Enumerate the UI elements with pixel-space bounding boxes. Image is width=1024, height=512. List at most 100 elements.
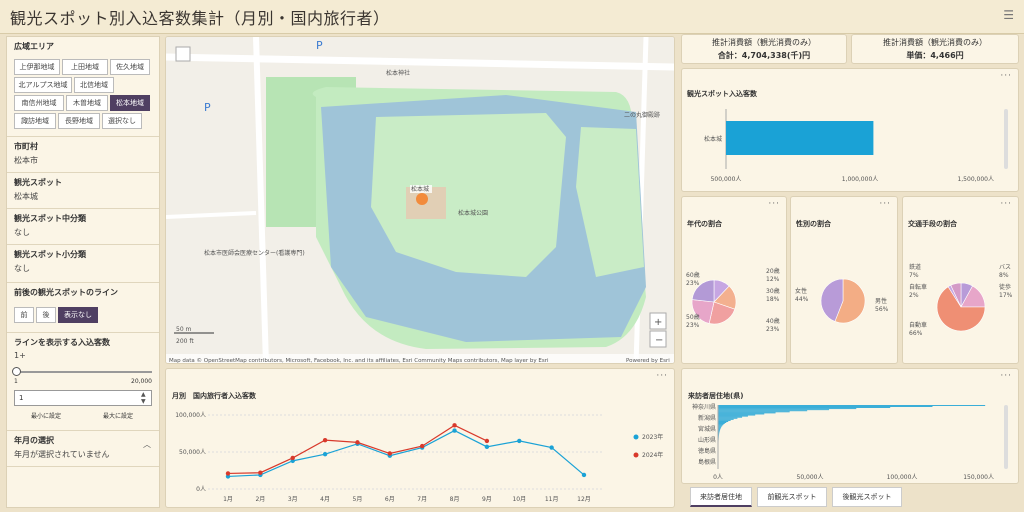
map-canvas[interactable]: 松本城 松本城公園 松本市医師会医療センター(看護専門) 松本神社 二の丸御殿跡… bbox=[166, 37, 675, 364]
tab-next-spot[interactable]: 後観光スポット bbox=[832, 487, 902, 507]
x-tick-label: 2月 bbox=[255, 496, 265, 503]
map-panel[interactable]: 松本城 松本城公園 松本市医師会医療センター(看護専門) 松本神社 二の丸御殿跡… bbox=[165, 36, 675, 364]
residence-card: ··· 来訪者居住地(県) 神奈川県 新潟県 宮城県 山形県 徳島県 島根県 0人 50,00… bbox=[681, 368, 1019, 484]
kpi-total-title: 推計消費額（観光消費のみ） bbox=[712, 38, 816, 47]
bar bbox=[718, 424, 724, 426]
bar bbox=[718, 405, 986, 406]
spot-filter[interactable]: 観光スポット 松本城 bbox=[7, 173, 159, 209]
area-chip[interactable]: 木曽地域 bbox=[66, 95, 108, 111]
pie-value: 2% bbox=[909, 292, 919, 299]
max-set-button[interactable]: 最大に設定 bbox=[103, 411, 133, 420]
line-none-option[interactable]: 表示なし bbox=[58, 307, 98, 323]
bar bbox=[718, 418, 734, 420]
slider-max: 20,000 bbox=[131, 378, 152, 385]
slider-track[interactable] bbox=[16, 371, 152, 373]
tab-residence[interactable]: 来訪者居住地 bbox=[690, 487, 752, 507]
x-tick-label: 5月 bbox=[353, 496, 363, 503]
category-label: 神奈川県 bbox=[692, 403, 716, 411]
x-tick-label: 50,000人 bbox=[797, 474, 824, 481]
area-chip[interactable]: 上伊那地域 bbox=[14, 59, 60, 75]
age-pie-card: ··· 年代の割合 20歳 12% 30歳 18% 40歳 23% 50歳 23% 60歳 23% bbox=[681, 196, 787, 364]
area-chip[interactable]: 北アルプス地域 bbox=[14, 77, 72, 93]
slider-min: 1 bbox=[14, 378, 18, 385]
category-label: 新潟県 bbox=[698, 414, 716, 422]
slider-handle[interactable] bbox=[12, 367, 21, 376]
city-filter[interactable]: 市町村 松本市 bbox=[7, 137, 159, 173]
category-label: 島根県 bbox=[698, 458, 716, 466]
small-filter[interactable]: 観光スポット小分類 なし bbox=[7, 245, 159, 283]
menu-icon[interactable]: ☰ bbox=[1003, 8, 1014, 22]
category-label: 松本城 bbox=[704, 135, 722, 143]
area-chip[interactable]: 北信地域 bbox=[74, 77, 114, 93]
line-prev-option[interactable]: 前 bbox=[14, 307, 34, 323]
bar bbox=[718, 406, 933, 407]
data-point bbox=[258, 470, 263, 475]
parking-icon-2: P bbox=[316, 39, 323, 52]
data-point bbox=[322, 437, 328, 443]
scrollbar bbox=[1004, 109, 1008, 169]
data-point bbox=[452, 428, 457, 433]
data-point bbox=[355, 440, 360, 445]
threshold-label: ラインを表示する入込客数 bbox=[14, 338, 110, 347]
data-point bbox=[549, 445, 554, 450]
x-tick-label: 1,500,000人 bbox=[957, 176, 994, 183]
bar bbox=[718, 422, 727, 423]
area-chip[interactable]: 松本地域 bbox=[110, 95, 150, 111]
expand-map-icon[interactable] bbox=[175, 46, 191, 62]
series-line bbox=[227, 429, 585, 478]
area-chip[interactable]: 選択なし bbox=[102, 113, 142, 129]
min-set-button[interactable]: 最小に設定 bbox=[31, 411, 61, 420]
bar bbox=[718, 415, 748, 417]
legend-marker bbox=[633, 434, 639, 440]
x-tick-label: 7月 bbox=[417, 496, 427, 503]
data-point bbox=[581, 472, 587, 478]
threshold-filter: ラインを表示する入込客数 1+ 1 20,000 1 ▲ ▼ 最小に設定 最大に設… bbox=[7, 333, 159, 431]
area-filter: 広域エリア 上伊那地域 上田地域 佐久地域 北アルプス地域 北信地域 南信州地域 木曽地域松… bbox=[7, 37, 159, 137]
spot-bar-chart: 松本城 500,000人 1,000,000人 1,500,000人 bbox=[704, 109, 1008, 183]
castle-marker[interactable] bbox=[416, 193, 428, 205]
castle-grounds bbox=[371, 113, 566, 277]
bar bbox=[718, 414, 756, 416]
ym-label: 年月の選択 bbox=[14, 436, 54, 445]
chevron-up-icon[interactable]: ︿ bbox=[143, 439, 151, 450]
bar bbox=[718, 423, 725, 424]
legend-label: 2023年 bbox=[642, 433, 663, 441]
city-label: 市町村 bbox=[14, 142, 38, 151]
monthly-line-chart: 0人 50,000人 100,000人 1月 2月 3月 4月 5月 6月 7月 8月 9月 10月 11… bbox=[175, 412, 663, 503]
area-chip[interactable]: 佐久地域 bbox=[110, 59, 150, 75]
x-tick-label: 9月 bbox=[482, 496, 492, 503]
tab-prev-spot[interactable]: 前観光スポット bbox=[757, 487, 827, 507]
area-chip[interactable]: 南信州地域 bbox=[14, 95, 64, 111]
mid-filter[interactable]: 観光スポット中分類 なし bbox=[7, 209, 159, 245]
stepper-icon[interactable]: ▲ ▼ bbox=[141, 391, 146, 405]
pie-value: 12% bbox=[766, 276, 780, 283]
pie-label: 徒歩 bbox=[999, 283, 1011, 291]
data-point bbox=[484, 438, 490, 444]
pie-label: 50歳 bbox=[686, 313, 700, 321]
pie-value: 66% bbox=[909, 330, 923, 337]
mid-value: なし bbox=[14, 228, 30, 237]
pie-label: 自転車 bbox=[909, 283, 927, 291]
gate-map-label: 二の丸御殿跡 bbox=[624, 111, 660, 119]
spot-value: 松本城 bbox=[14, 192, 38, 201]
bar bbox=[718, 413, 765, 415]
area-chip[interactable]: 長野地域 bbox=[58, 113, 100, 129]
pie-value: 44% bbox=[795, 296, 809, 303]
ym-filter[interactable]: 年月の選択 年月が選択されていません ︿ bbox=[7, 431, 159, 467]
x-tick-label: 10月 bbox=[512, 496, 526, 503]
pie-value: 23% bbox=[766, 326, 780, 333]
area-chip[interactable]: 上田地域 bbox=[62, 59, 108, 75]
data-point bbox=[517, 438, 522, 444]
data-point bbox=[387, 451, 393, 456]
filter-sidebar: 広域エリア 上伊那地域 上田地域 佐久地域 北アルプス地域 北信地域 南信州地域 木曽地域松… bbox=[6, 36, 160, 508]
line-next-option[interactable]: 後 bbox=[36, 307, 56, 323]
svg-text:+: + bbox=[654, 317, 662, 328]
data-point bbox=[322, 452, 328, 457]
x-tick-label: 6月 bbox=[385, 496, 395, 503]
x-tick-label: 0人 bbox=[713, 474, 723, 481]
monthly-line-card: ··· 月別 国内旅行者入込客数 0人 50,000人 100,000人 1月 2月 3月… bbox=[165, 368, 675, 508]
threshold-input[interactable]: 1 bbox=[14, 390, 152, 406]
legend-marker bbox=[633, 452, 639, 458]
area-chip[interactable]: 諏訪地域 bbox=[14, 113, 56, 129]
castle-map-label: 松本城 bbox=[411, 185, 429, 193]
